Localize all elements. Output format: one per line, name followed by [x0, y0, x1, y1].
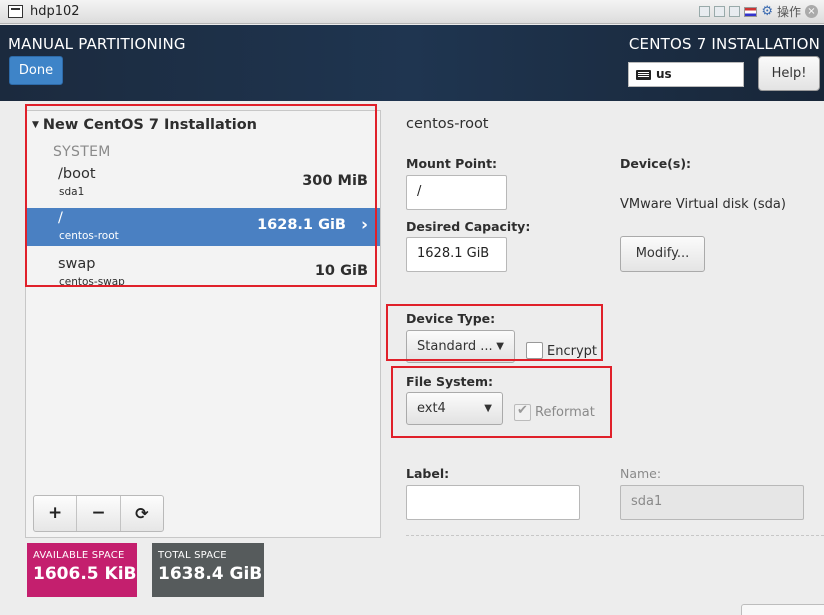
help-button[interactable]: Help! — [758, 56, 820, 91]
done-button[interactable]: Done — [9, 56, 63, 85]
available-space-value: 1606.5 KiB — [33, 564, 137, 584]
modify-button[interactable]: Modify... — [620, 236, 705, 272]
mount-point-label: Mount Point: — [406, 156, 498, 171]
keyboard-layout-label: us — [656, 67, 672, 81]
desired-capacity-input[interactable]: 1628.1 GiB — [406, 237, 507, 272]
close-icon[interactable]: × — [805, 5, 818, 18]
total-space-value: 1638.4 GiB — [158, 564, 263, 584]
devices-value: VMware Virtual disk (sda) — [620, 197, 786, 212]
page-title: MANUAL PARTITIONING — [8, 35, 186, 53]
minimize-icon[interactable] — [699, 6, 711, 17]
installer-header: MANUAL PARTITIONING CENTOS 7 INSTALLATIO… — [0, 25, 824, 101]
product-title: CENTOS 7 INSTALLATION — [628, 35, 820, 53]
name-field-label: Name: — [620, 466, 662, 481]
name-input: sda1 — [620, 485, 804, 520]
total-space-label: TOTAL SPACE — [158, 550, 227, 561]
highlight-device-type — [386, 304, 603, 361]
partial-button[interactable] — [741, 604, 824, 615]
label-field-label: Label: — [406, 466, 450, 481]
window-menu-label[interactable]: 操作 — [777, 3, 801, 20]
window-icon — [8, 5, 23, 18]
remove-partition-button[interactable]: − — [77, 496, 121, 531]
selected-partition-title: centos-root — [406, 116, 489, 132]
window-titlebar: hdp102 ⚙ 操作 × — [0, 0, 824, 24]
flag-icon[interactable] — [744, 6, 758, 17]
keyboard-icon — [636, 70, 651, 80]
window-controls: ⚙ 操作 × — [699, 3, 818, 20]
partition-toolbar: + − ⟳ — [33, 495, 164, 532]
available-space-label: AVAILABLE SPACE — [33, 550, 125, 561]
desired-capacity-label: Desired Capacity: — [406, 219, 531, 234]
highlight-partition-list — [25, 104, 377, 287]
add-partition-button[interactable]: + — [34, 496, 78, 531]
gear-icon[interactable]: ⚙ — [761, 5, 773, 18]
available-space-box: AVAILABLE SPACE 1606.5 KiB — [27, 543, 137, 597]
label-input[interactable] — [406, 485, 580, 520]
maximize-icon[interactable] — [729, 6, 741, 17]
keyboard-layout-indicator[interactable]: us — [628, 62, 744, 87]
window-title: hdp102 — [30, 4, 80, 19]
refresh-button[interactable]: ⟳ — [121, 496, 163, 531]
section-divider — [406, 535, 824, 536]
highlight-file-system — [391, 366, 612, 438]
restore-icon[interactable] — [714, 6, 726, 17]
devices-label: Device(s): — [620, 156, 692, 171]
total-space-box: TOTAL SPACE 1638.4 GiB — [152, 543, 264, 597]
mount-point-input[interactable]: / — [406, 175, 507, 210]
